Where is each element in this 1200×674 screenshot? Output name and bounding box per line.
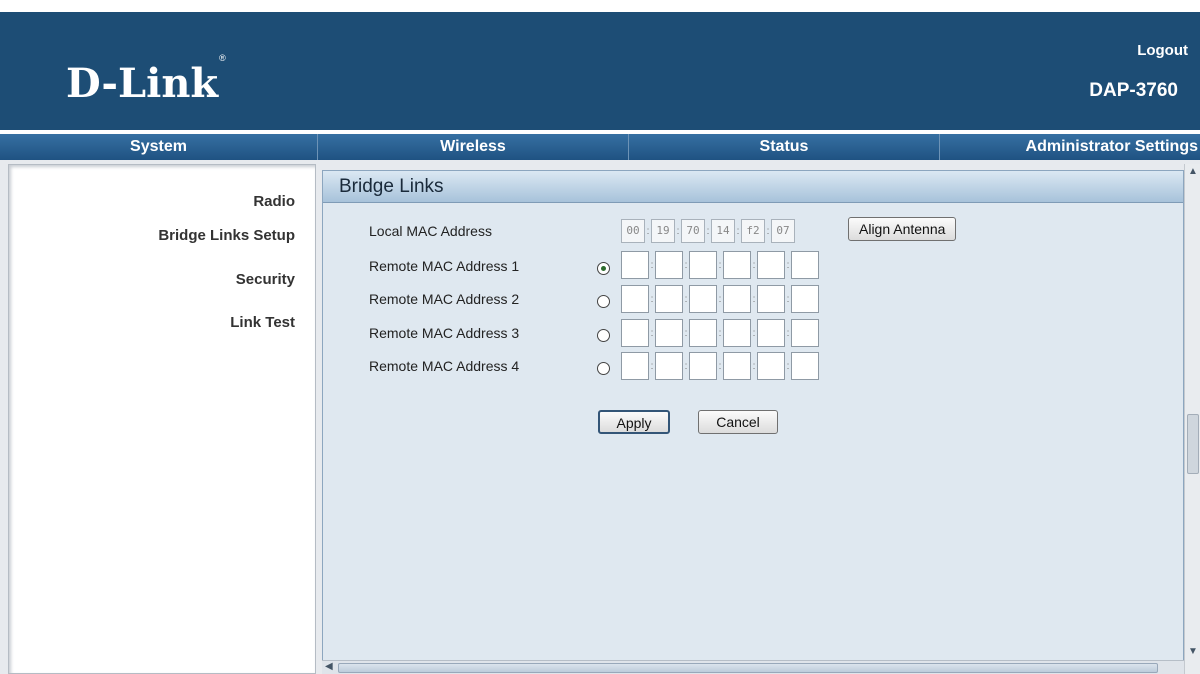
remote-mac-2-octet-6[interactable]: [791, 285, 819, 313]
remote-mac-label-2: Remote MAC Address 2: [369, 291, 520, 307]
remote-mac-1-octet-2[interactable]: [655, 251, 683, 279]
bridge-links-panel: Bridge Links Local MAC Address 00:19:70:…: [322, 170, 1184, 674]
dlink-logo: D-Link®: [66, 53, 226, 107]
panel-header: Bridge Links: [323, 171, 1183, 203]
remote-mac-1-octet-5[interactable]: [757, 251, 785, 279]
remote-mac-radio-2[interactable]: [597, 295, 610, 308]
remote-mac-4-octet-6[interactable]: [791, 352, 819, 380]
vertical-scrollbar[interactable]: ▲ ▼: [1184, 164, 1200, 674]
remote-mac-3-octet-5[interactable]: [757, 319, 785, 347]
horizontal-scroll-thumb[interactable]: [338, 663, 1158, 673]
remote-mac-4-octet-4[interactable]: [723, 352, 751, 380]
remote-mac-3-octet-4[interactable]: [723, 319, 751, 347]
scroll-up-icon[interactable]: ▲: [1188, 166, 1198, 177]
remote-mac-radio-1[interactable]: [597, 262, 610, 275]
local-mac-octet-1: 00: [621, 219, 645, 243]
tab-administrator-settings[interactable]: Administrator Settings: [940, 134, 1200, 160]
remote-mac-2-octet-1[interactable]: [621, 285, 649, 313]
local-mac-octet-4: 14: [711, 219, 735, 243]
remote-mac-radio-3[interactable]: [597, 329, 610, 342]
tab-system[interactable]: System: [0, 134, 318, 160]
registered-mark: ®: [219, 52, 226, 63]
remote-mac-1-octet-6[interactable]: [791, 251, 819, 279]
logo-text: D-Link: [66, 60, 219, 107]
remote-mac-2-octet-2[interactable]: [655, 285, 683, 313]
remote-mac-1-octet-3[interactable]: [689, 251, 717, 279]
remote-mac-fields-3: :::::: [621, 319, 819, 347]
remote-mac-2-octet-5[interactable]: [757, 285, 785, 313]
local-mac-label: Local MAC Address: [369, 223, 492, 239]
remote-mac-fields-4: :::::: [621, 352, 819, 380]
local-mac-octet-6: 07: [771, 219, 795, 243]
align-antenna-button[interactable]: Align Antenna: [848, 217, 957, 241]
panel-body: Local MAC Address 00:19:70:14: f2:07 Alig…: [331, 209, 1179, 669]
remote-mac-3-octet-1[interactable]: [621, 319, 649, 347]
cancel-button[interactable]: Cancel: [698, 410, 778, 434]
remote-mac-4-octet-1[interactable]: [621, 352, 649, 380]
sidebar-item-security[interactable]: Security: [236, 271, 295, 288]
remote-mac-1-octet-1[interactable]: [621, 251, 649, 279]
remote-mac-4-octet-5[interactable]: [757, 352, 785, 380]
tab-status[interactable]: Status: [629, 134, 940, 160]
remote-mac-3-octet-6[interactable]: [791, 319, 819, 347]
horizontal-scrollbar[interactable]: ◀: [322, 660, 1184, 674]
local-mac-octet-3: 70: [681, 219, 705, 243]
remote-mac-1-octet-4[interactable]: [723, 251, 751, 279]
remote-mac-fields-2: :::::: [621, 285, 819, 313]
remote-mac-fields-1: :::::: [621, 251, 819, 279]
top-nav: System Wireless Status Administrator Set…: [0, 130, 1200, 160]
logout-link[interactable]: Logout: [1137, 42, 1188, 59]
remote-mac-2-octet-4[interactable]: [723, 285, 751, 313]
sidebar-item-bridge-links-setup[interactable]: Bridge Links Setup: [158, 227, 295, 244]
sidebar-item-link-test[interactable]: Link Test: [230, 314, 295, 331]
remote-mac-label-4: Remote MAC Address 4: [369, 358, 520, 374]
device-model: DAP-3760: [1089, 80, 1178, 101]
local-mac-octet-5: f2: [741, 219, 765, 243]
page-title: Bridge Links: [339, 176, 444, 197]
remote-mac-label-3: Remote MAC Address 3: [369, 325, 520, 341]
remote-mac-2-octet-3[interactable]: [689, 285, 717, 313]
remote-mac-label-1: Remote MAC Address 1: [369, 258, 520, 274]
tab-wireless[interactable]: Wireless: [318, 134, 629, 160]
scroll-down-icon[interactable]: ▼: [1188, 646, 1198, 657]
local-mac-octet-2: 19: [651, 219, 675, 243]
remote-mac-radio-4[interactable]: [597, 362, 610, 375]
sidebar: Radio Bridge Links Setup Security Link T…: [8, 164, 316, 674]
local-mac-fields: 00:19:70:14: f2:07: [621, 219, 795, 243]
scroll-left-icon[interactable]: ◀: [325, 661, 333, 672]
sidebar-item-radio[interactable]: Radio: [253, 193, 295, 210]
vertical-scroll-thumb[interactable]: [1187, 414, 1199, 474]
remote-mac-3-octet-2[interactable]: [655, 319, 683, 347]
remote-mac-3-octet-3[interactable]: [689, 319, 717, 347]
remote-mac-4-octet-2[interactable]: [655, 352, 683, 380]
apply-button[interactable]: Apply: [598, 410, 670, 434]
header-bar: D-Link® Logout DAP-3760: [0, 12, 1200, 130]
remote-mac-4-octet-3[interactable]: [689, 352, 717, 380]
